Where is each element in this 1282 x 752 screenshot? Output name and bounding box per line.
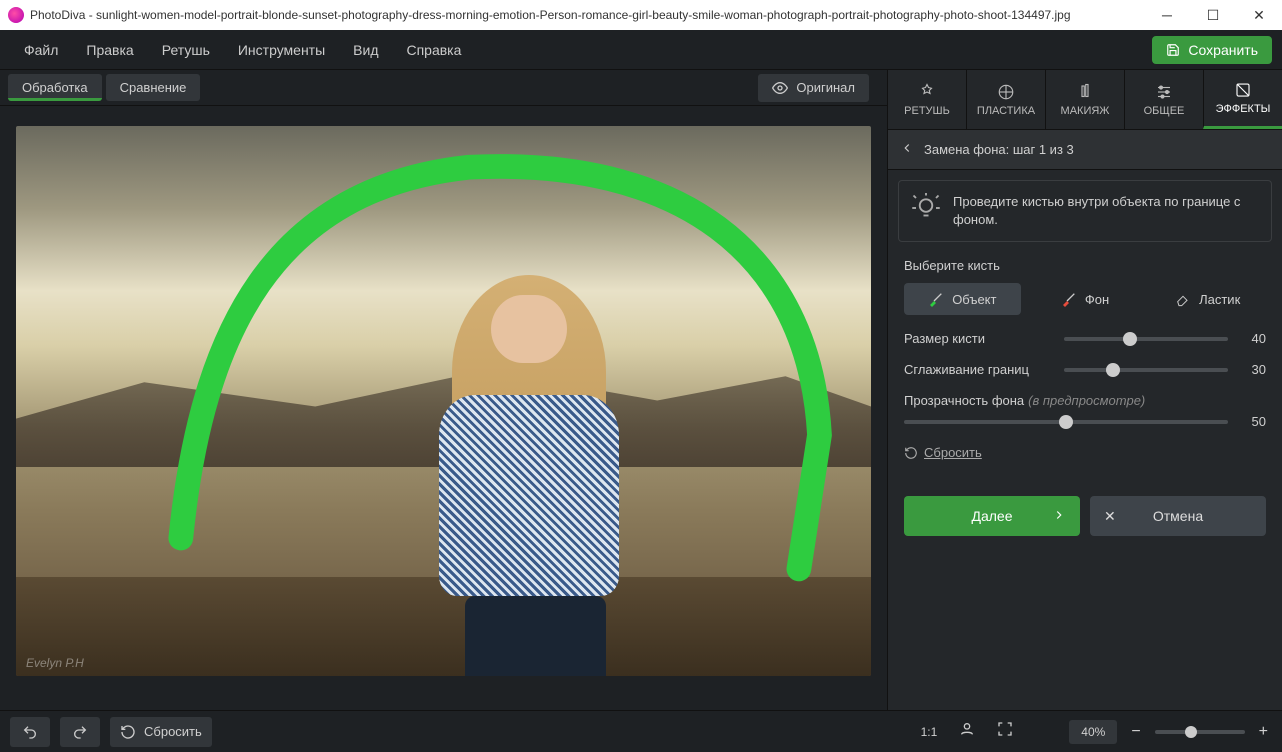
menu-file[interactable]: Файл bbox=[10, 30, 72, 69]
makeup-icon bbox=[1076, 83, 1094, 101]
plastic-icon bbox=[997, 83, 1015, 101]
fullscreen-icon bbox=[997, 721, 1013, 737]
hint-box: Проведите кистью внутри объекта по грани… bbox=[898, 180, 1272, 242]
tooltab-effects[interactable]: ЭФФЕКТЫ bbox=[1203, 70, 1282, 129]
step-back-button[interactable] bbox=[900, 141, 914, 158]
tab-edit[interactable]: Обработка bbox=[8, 74, 102, 101]
zoom-controls: 40% − + bbox=[1069, 720, 1272, 744]
tooltab-general[interactable]: ОБЩЕЕ bbox=[1124, 70, 1203, 129]
tooltab-plastic[interactable]: ПЛАСТИКА bbox=[966, 70, 1045, 129]
slider-opacity-value: 50 bbox=[1238, 414, 1266, 429]
ratio-button[interactable]: 1:1 bbox=[915, 725, 944, 739]
tooltab-makeup[interactable]: МАКИЯЖ bbox=[1045, 70, 1124, 129]
tab-compare[interactable]: Сравнение bbox=[106, 74, 201, 101]
reset-link[interactable]: Сбросить bbox=[904, 445, 1266, 460]
menu-retouch[interactable]: Ретушь bbox=[148, 30, 224, 69]
slider-smoothing-value: 30 bbox=[1238, 362, 1266, 377]
menu-edit[interactable]: Правка bbox=[72, 30, 147, 69]
maximize-button[interactable]: ☐ bbox=[1190, 0, 1236, 30]
minimize-button[interactable]: ─ bbox=[1144, 0, 1190, 30]
face-icon bbox=[959, 721, 975, 737]
menu-view[interactable]: Вид bbox=[339, 30, 392, 69]
save-icon bbox=[1166, 43, 1180, 57]
redo-button[interactable] bbox=[60, 717, 100, 747]
face-fit-button[interactable] bbox=[953, 721, 981, 742]
eye-icon bbox=[772, 80, 788, 96]
brush-green-icon bbox=[928, 291, 944, 307]
sliders-icon bbox=[1155, 83, 1173, 101]
menu-tools[interactable]: Инструменты bbox=[224, 30, 339, 69]
bottombar: Сбросить 1:1 40% − + bbox=[0, 710, 1282, 752]
zoom-in-button[interactable]: + bbox=[1255, 723, 1272, 741]
titlebar: PhotoDiva - sunlight-women-model-portrai… bbox=[0, 0, 1282, 30]
undo-button[interactable] bbox=[10, 717, 50, 747]
slider-opacity: 50 bbox=[904, 414, 1266, 429]
menubar: Файл Правка Ретушь Инструменты Вид Справ… bbox=[0, 30, 1282, 70]
lightbulb-icon bbox=[911, 193, 941, 223]
chevron-right-icon bbox=[1052, 508, 1066, 525]
photo-canvas[interactable]: Evelyn P.H bbox=[16, 126, 871, 676]
chevron-left-icon bbox=[900, 141, 914, 155]
cancel-button[interactable]: ✕ Отмена bbox=[1090, 496, 1266, 536]
hint-text: Проведите кистью внутри объекта по грани… bbox=[953, 193, 1259, 229]
original-button[interactable]: Оригинал bbox=[758, 74, 869, 102]
brush-background[interactable]: Фон bbox=[1027, 283, 1144, 315]
stepbar: Замена фона: шаг 1 из 3 bbox=[888, 130, 1282, 170]
app-icon bbox=[8, 7, 24, 23]
save-label: Сохранить bbox=[1188, 42, 1258, 58]
brush-red-icon bbox=[1061, 291, 1077, 307]
eraser-icon bbox=[1175, 291, 1191, 307]
zoom-value[interactable]: 40% bbox=[1069, 720, 1117, 744]
slider-size-track[interactable] bbox=[1064, 337, 1228, 341]
watermark: Evelyn P.H bbox=[26, 656, 84, 670]
right-panel: РЕТУШЬ ПЛАСТИКА МАКИЯЖ ОБЩЕЕ ЭФФЕКТЫ bbox=[887, 70, 1282, 710]
zoom-out-button[interactable]: − bbox=[1127, 723, 1144, 741]
brush-eraser[interactable]: Ластик bbox=[1149, 283, 1266, 315]
slider-opacity-label-row: Прозрачность фона (в предпросмотре) bbox=[904, 393, 1266, 408]
slider-size: Размер кисти 40 bbox=[904, 331, 1266, 346]
reset-icon bbox=[904, 446, 918, 460]
window-title: PhotoDiva - sunlight-women-model-portrai… bbox=[30, 8, 1071, 22]
retouch-icon bbox=[918, 83, 936, 101]
fullscreen-button[interactable] bbox=[991, 721, 1019, 742]
step-title: Замена фона: шаг 1 из 3 bbox=[924, 142, 1074, 157]
slider-smoothing: Сглаживание границ 30 bbox=[904, 362, 1266, 377]
close-button[interactable]: ✕ bbox=[1236, 0, 1282, 30]
slider-smoothing-track[interactable] bbox=[1064, 368, 1228, 372]
menu-help[interactable]: Справка bbox=[392, 30, 475, 69]
original-label: Оригинал bbox=[796, 80, 855, 95]
reset-button[interactable]: Сбросить bbox=[110, 717, 212, 747]
reset-icon bbox=[120, 724, 136, 740]
slider-opacity-track[interactable] bbox=[904, 420, 1228, 424]
effects-icon bbox=[1234, 81, 1252, 99]
next-button[interactable]: Далее bbox=[904, 496, 1080, 536]
canvas-area: Обработка Сравнение Оригинал bbox=[0, 70, 887, 710]
save-button[interactable]: Сохранить bbox=[1152, 36, 1272, 64]
tooltab-retouch[interactable]: РЕТУШЬ bbox=[888, 70, 966, 129]
zoom-slider[interactable] bbox=[1155, 730, 1245, 734]
brush-heading: Выберите кисть bbox=[904, 258, 1266, 273]
close-icon: ✕ bbox=[1104, 508, 1116, 525]
slider-size-value: 40 bbox=[1238, 331, 1266, 346]
undo-icon bbox=[22, 724, 38, 740]
brush-object[interactable]: Объект bbox=[904, 283, 1021, 315]
redo-icon bbox=[72, 724, 88, 740]
